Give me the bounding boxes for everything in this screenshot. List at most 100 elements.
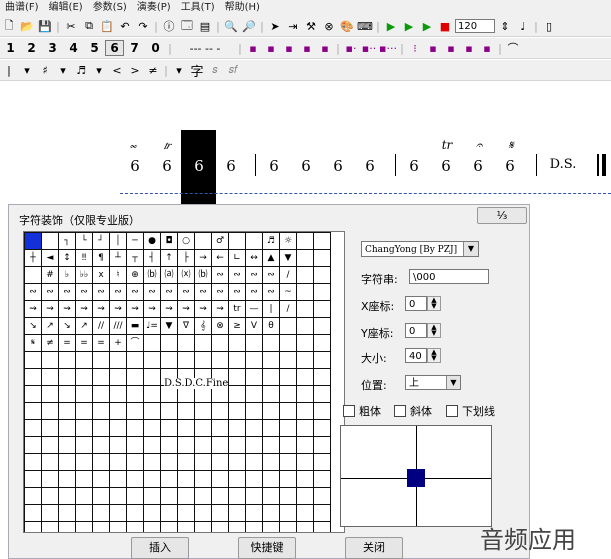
- glyph-cell[interactable]: [41, 521, 59, 532]
- glyph-style2-icon[interactable]: 𝑠𝑓: [224, 62, 242, 78]
- note-0-button[interactable]: 0: [145, 40, 166, 56]
- glyph-cell[interactable]: [41, 368, 59, 386]
- glyph-cell[interactable]: [296, 402, 314, 420]
- glyph-cell[interactable]: [126, 402, 144, 420]
- glyph-cell[interactable]: ↘: [24, 317, 42, 335]
- italic-checkbox[interactable]: 斜体: [394, 403, 432, 419]
- glyph-cell[interactable]: [24, 402, 42, 420]
- glyph-cell[interactable]: [245, 334, 263, 352]
- glyph-cell[interactable]: [177, 521, 195, 532]
- char-button[interactable]: 字: [188, 62, 206, 80]
- glyph-cell[interactable]: [126, 470, 144, 488]
- note-2-button[interactable]: 2: [21, 40, 42, 56]
- redo-icon[interactable]: ↷: [134, 18, 152, 34]
- glyph-cell[interactable]: ∾: [109, 283, 127, 301]
- glyph-cell[interactable]: [177, 351, 195, 369]
- glyph-cell[interactable]: [143, 470, 161, 488]
- glyph-cell[interactable]: [75, 436, 93, 454]
- y-coord-input[interactable]: 0: [405, 323, 427, 338]
- glyph-cell[interactable]: [245, 521, 263, 532]
- glyph-cell[interactable]: ⌒: [126, 334, 144, 352]
- glyph-cell[interactable]: —: [245, 300, 263, 318]
- decrescendo-icon[interactable]: >: [126, 62, 144, 78]
- glyph-cell[interactable]: [313, 266, 331, 284]
- score-note[interactable]: 6: [407, 157, 421, 175]
- glyph-cell[interactable]: [296, 232, 314, 250]
- glyph-cell[interactable]: ∟: [228, 249, 246, 267]
- glyph-cell[interactable]: [262, 487, 280, 505]
- copy-icon[interactable]: ⧉: [80, 18, 98, 34]
- glyph-cell[interactable]: ⇝: [211, 300, 229, 318]
- glyph-cell[interactable]: ∾: [228, 283, 246, 301]
- new-file-icon[interactable]: 🗋: [0, 18, 18, 34]
- glyph-cell[interactable]: ∾: [41, 283, 59, 301]
- glyph-cell[interactable]: [75, 385, 93, 403]
- glyph-cell[interactable]: [177, 402, 195, 420]
- glyph-cell[interactable]: │: [109, 232, 127, 250]
- glyph-cell[interactable]: [160, 504, 178, 522]
- glyph-cell[interactable]: [279, 402, 297, 420]
- glyph-cell[interactable]: [41, 504, 59, 522]
- glyph-cell[interactable]: [24, 453, 42, 471]
- glyph-cell[interactable]: [92, 470, 110, 488]
- glyph-cell[interactable]: ⒜: [160, 266, 178, 284]
- glyph-cell[interactable]: [160, 453, 178, 471]
- glyph-cell[interactable]: [24, 521, 42, 532]
- glyph-cell[interactable]: [24, 436, 42, 454]
- glyph-cell[interactable]: [58, 504, 76, 522]
- underline-checkbox[interactable]: 下划线: [446, 403, 495, 419]
- glyph-cell[interactable]: ~: [279, 283, 297, 301]
- menu-params[interactable]: 参数(S): [88, 0, 132, 16]
- glyph-cell[interactable]: ⇝: [143, 300, 161, 318]
- tall-bar-icon[interactable]: ▯: [540, 18, 558, 34]
- glyph-cell[interactable]: [75, 453, 93, 471]
- glyph-cell[interactable]: ///: [109, 317, 127, 335]
- glyph-cell[interactable]: [262, 402, 280, 420]
- glyph-cell[interactable]: [194, 232, 212, 250]
- score-note[interactable]: 6: [267, 157, 281, 175]
- glyph-cell[interactable]: [109, 470, 127, 488]
- glyph-cell[interactable]: [109, 487, 127, 505]
- glyph-cell[interactable]: [75, 368, 93, 386]
- glyph-cell[interactable]: [24, 368, 42, 386]
- glyph-text-cell[interactable]: D.S.D.C.Fine: [164, 378, 229, 389]
- glyph-cell[interactable]: [92, 436, 110, 454]
- glyph-cell[interactable]: [126, 436, 144, 454]
- duration-square-icon[interactable]: ▪: [262, 40, 280, 56]
- glyph-cell[interactable]: [245, 487, 263, 505]
- metronome-icon[interactable]: ♩: [514, 18, 532, 34]
- glyph-cell[interactable]: [160, 334, 178, 352]
- glyph-cell[interactable]: [109, 504, 127, 522]
- glyph-cell[interactable]: [194, 351, 212, 369]
- tie-icon[interactable]: ⌒: [504, 40, 522, 56]
- glyph-cell[interactable]: [24, 232, 42, 250]
- glyph-cell[interactable]: [160, 351, 178, 369]
- glyph-cell[interactable]: [75, 402, 93, 420]
- close-button[interactable]: 关闭: [345, 537, 403, 559]
- glyph-cell[interactable]: [279, 351, 297, 369]
- score-note[interactable]: 6: [439, 157, 453, 175]
- glyph-cell[interactable]: ∾: [245, 283, 263, 301]
- glyph-cell[interactable]: ├: [177, 249, 195, 267]
- glyph-cell[interactable]: [41, 385, 59, 403]
- glyph-cell[interactable]: ♭♭: [75, 266, 93, 284]
- glyph-cell[interactable]: [109, 453, 127, 471]
- glyph-cell[interactable]: ▼: [160, 317, 178, 335]
- glyph-cell[interactable]: [194, 453, 212, 471]
- color-icon[interactable]: 🎨: [338, 18, 356, 34]
- zoom-out-icon[interactable]: 🔎: [240, 18, 258, 34]
- glyph-cell[interactable]: ≠: [41, 334, 59, 352]
- glyph-cell[interactable]: [228, 351, 246, 369]
- glyph-cell[interactable]: [58, 521, 76, 532]
- score-note[interactable]: 6: [363, 157, 377, 175]
- glyph-cell[interactable]: [279, 334, 297, 352]
- glyph-cell[interactable]: ●: [143, 232, 161, 250]
- tempo-input[interactable]: 120: [455, 19, 495, 33]
- glyph-cell[interactable]: [143, 419, 161, 437]
- stop-icon[interactable]: ■: [436, 18, 454, 34]
- glyph-cell[interactable]: [75, 470, 93, 488]
- glyph-cell[interactable]: ⇝: [58, 300, 76, 318]
- glyph-cell[interactable]: [228, 402, 246, 420]
- glyph-cell[interactable]: [75, 419, 93, 437]
- glyph-cell[interactable]: ─: [126, 232, 144, 250]
